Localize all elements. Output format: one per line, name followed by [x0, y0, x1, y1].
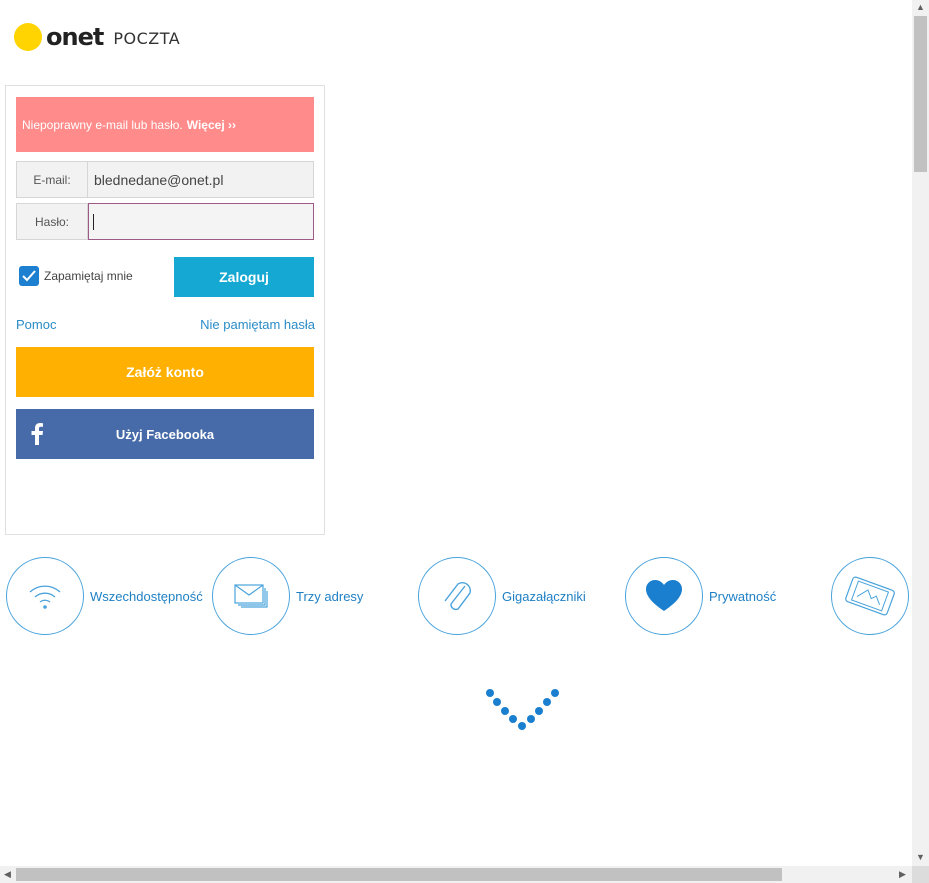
vertical-scroll-thumb[interactable]	[914, 16, 927, 172]
error-message: Niepoprawny e-mail lub hasło.	[22, 117, 183, 132]
more-info-link[interactable]: Więcej ››	[187, 118, 236, 132]
facebook-button-label: Użyj Facebooka	[115, 426, 215, 442]
scroll-right-icon[interactable]: ▶	[899, 869, 906, 880]
chevron-dot	[509, 715, 517, 723]
heart-icon	[625, 557, 703, 635]
remember-me-checkbox[interactable]: Zapamiętaj mnie	[19, 266, 133, 286]
feature-privacy[interactable]: Prywatność	[625, 556, 776, 636]
feature-label: Prywatność	[709, 588, 777, 604]
create-account-button[interactable]: Załóż konto	[16, 347, 314, 397]
scroll-left-icon[interactable]: ◀	[4, 869, 11, 880]
password-input[interactable]	[88, 203, 314, 240]
checkmark-icon	[19, 266, 39, 286]
password-label: Hasło:	[17, 204, 88, 239]
feature-label: Gigazałączniki	[502, 588, 586, 604]
chevron-dot	[493, 698, 501, 706]
vertical-scrollbar[interactable]: ▲ ▼	[912, 0, 929, 866]
feature-availability[interactable]: Wszechdostępność	[6, 556, 203, 636]
chevron-dot	[535, 707, 543, 715]
chevron-dot	[518, 722, 526, 730]
text-caret	[93, 213, 94, 230]
feature-label: Trzy adresy	[296, 588, 364, 604]
feature-label: Wszechdostępność	[90, 588, 203, 604]
chevron-dot	[501, 707, 509, 715]
logo-text: onet	[46, 23, 104, 51]
feature-giga-attachments[interactable]: Gigazałączniki	[418, 556, 586, 636]
chevron-dot	[551, 689, 559, 697]
envelopes-icon	[212, 557, 290, 635]
horizontal-scrollbar[interactable]: ◀ ▶	[0, 866, 912, 883]
logo-dot-icon	[14, 23, 42, 51]
facebook-icon	[31, 423, 43, 445]
forgot-password-link[interactable]: Nie pamiętam hasła	[200, 317, 315, 332]
feature-mobile[interactable]	[831, 556, 909, 636]
scroll-down-icon[interactable]: ▼	[916, 852, 925, 862]
wifi-icon	[6, 557, 84, 635]
phone-icon	[831, 557, 909, 635]
scroll-down-chevron-icon[interactable]	[484, 686, 564, 734]
chevron-dot	[486, 689, 494, 697]
email-label: E-mail:	[17, 162, 88, 197]
chevron-dot	[543, 698, 551, 706]
help-link[interactable]: Pomoc	[16, 317, 56, 332]
feature-three-addresses[interactable]: Trzy adresy	[212, 556, 363, 636]
paperclip-icon	[418, 557, 496, 635]
email-input[interactable]: blednedane@onet.pl	[88, 162, 313, 197]
onet-logo[interactable]: onet POCZTA	[14, 22, 180, 52]
horizontal-scroll-thumb[interactable]	[16, 868, 782, 881]
chevron-dot	[527, 715, 535, 723]
error-alert: Niepoprawny e-mail lub hasło. Więcej ››	[16, 97, 314, 152]
password-field-row: Hasło:	[16, 203, 314, 240]
facebook-login-button[interactable]: Użyj Facebooka	[16, 409, 314, 459]
login-button[interactable]: Zaloguj	[174, 257, 314, 297]
remember-me-label: Zapamiętaj mnie	[44, 269, 133, 283]
email-field-row: E-mail: blednedane@onet.pl	[16, 161, 314, 198]
login-panel: Niepoprawny e-mail lub hasło. Więcej ›› …	[5, 85, 325, 535]
product-name: POCZTA	[113, 29, 181, 48]
scrollbar-corner	[912, 866, 929, 883]
scroll-up-icon[interactable]: ▲	[916, 2, 925, 12]
